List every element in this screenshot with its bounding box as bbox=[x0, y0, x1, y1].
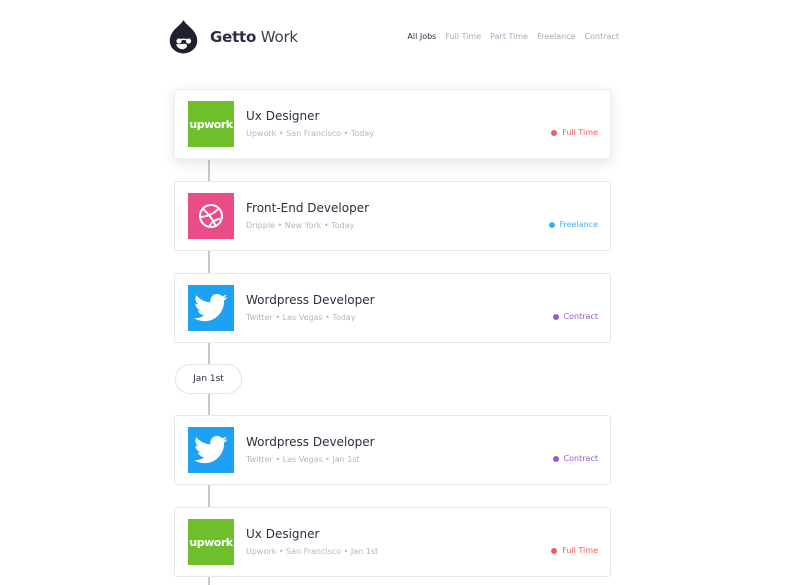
nav-freelance[interactable]: Freelance bbox=[537, 32, 576, 41]
brand-name: Getto Work bbox=[210, 28, 298, 46]
job-meta: Upwork • San Francisco • Today bbox=[246, 129, 374, 138]
brand-link[interactable]: Getto Work bbox=[167, 18, 298, 56]
job-title: Front-End Developer bbox=[246, 201, 370, 215]
job-type-label: Full Time bbox=[562, 128, 598, 137]
twitter-bird-glyph-icon bbox=[194, 293, 228, 322]
upwork-logo-text: upwork bbox=[189, 535, 233, 549]
status-dot-icon bbox=[552, 455, 559, 462]
job-type-badge: Contract bbox=[552, 454, 598, 463]
twitter-bird-icon bbox=[188, 285, 234, 331]
job-meta: Twitter • Las Vegas • Today bbox=[246, 313, 356, 322]
dribbble-ball-icon bbox=[199, 204, 223, 228]
job-type-badge: Full Time bbox=[551, 128, 598, 137]
job-meta: Dripple • New York • Today bbox=[246, 221, 355, 230]
nav-part-time[interactable]: Part Time bbox=[490, 32, 528, 41]
twitter-bird-icon bbox=[188, 427, 234, 473]
page: Getto Work All Jobs Full Time Part Time … bbox=[0, 0, 787, 585]
job-type-badge: Freelance bbox=[548, 220, 599, 229]
status-dot-icon bbox=[552, 313, 559, 320]
upwork-logo-text: upwork bbox=[189, 117, 233, 131]
brand-name-light: Work bbox=[260, 28, 298, 46]
twitter-bird-glyph-icon bbox=[194, 435, 228, 464]
dribbble-icon bbox=[188, 193, 234, 239]
drupal-drop-icon bbox=[169, 20, 198, 54]
job-meta: Upwork • San Francisco • Jan 1st bbox=[246, 547, 379, 556]
job-title: Wordpress Developer bbox=[246, 293, 375, 307]
job-meta: Twitter • Las Vegas • Jan 1st bbox=[246, 455, 360, 464]
job-type-badge: Contract bbox=[552, 312, 598, 321]
status-dot-icon bbox=[551, 129, 558, 136]
nav-full-time[interactable]: Full Time bbox=[445, 32, 481, 41]
upwork-logo: upwork bbox=[188, 519, 234, 565]
brand-name-bold: Getto bbox=[210, 28, 257, 46]
job-filter-nav: All Jobs Full Time Part Time Freelance C… bbox=[407, 32, 619, 41]
job-card[interactable]: Wordpress Developer Twitter • Las Vegas … bbox=[174, 415, 611, 485]
nav-all-jobs[interactable]: All Jobs bbox=[407, 32, 436, 41]
header: Getto Work All Jobs Full Time Part Time … bbox=[167, 18, 619, 58]
date-separator: Jan 1st bbox=[175, 364, 242, 394]
job-type-label: Freelance bbox=[559, 220, 599, 229]
job-type-label: Contract bbox=[563, 312, 598, 321]
job-type-label: Contract bbox=[563, 454, 598, 463]
job-title: Wordpress Developer bbox=[246, 435, 375, 449]
upwork-logo: upwork bbox=[188, 101, 234, 147]
job-card[interactable]: Wordpress Developer Twitter • Las Vegas … bbox=[174, 273, 611, 343]
job-type-badge: Full Time bbox=[551, 546, 598, 555]
job-card[interactable]: upwork Ux Designer Upwork • San Francisc… bbox=[174, 507, 611, 577]
job-card[interactable]: upwork Ux Designer Upwork • San Francisc… bbox=[174, 89, 611, 159]
job-title: Ux Designer bbox=[246, 109, 320, 123]
nav-contract[interactable]: Contract bbox=[585, 32, 619, 41]
status-dot-icon bbox=[551, 547, 558, 554]
status-dot-icon bbox=[548, 221, 555, 228]
job-type-label: Full Time bbox=[562, 546, 598, 555]
job-card[interactable]: Front-End Developer Dripple • New York •… bbox=[174, 181, 611, 251]
job-title: Ux Designer bbox=[246, 527, 320, 541]
